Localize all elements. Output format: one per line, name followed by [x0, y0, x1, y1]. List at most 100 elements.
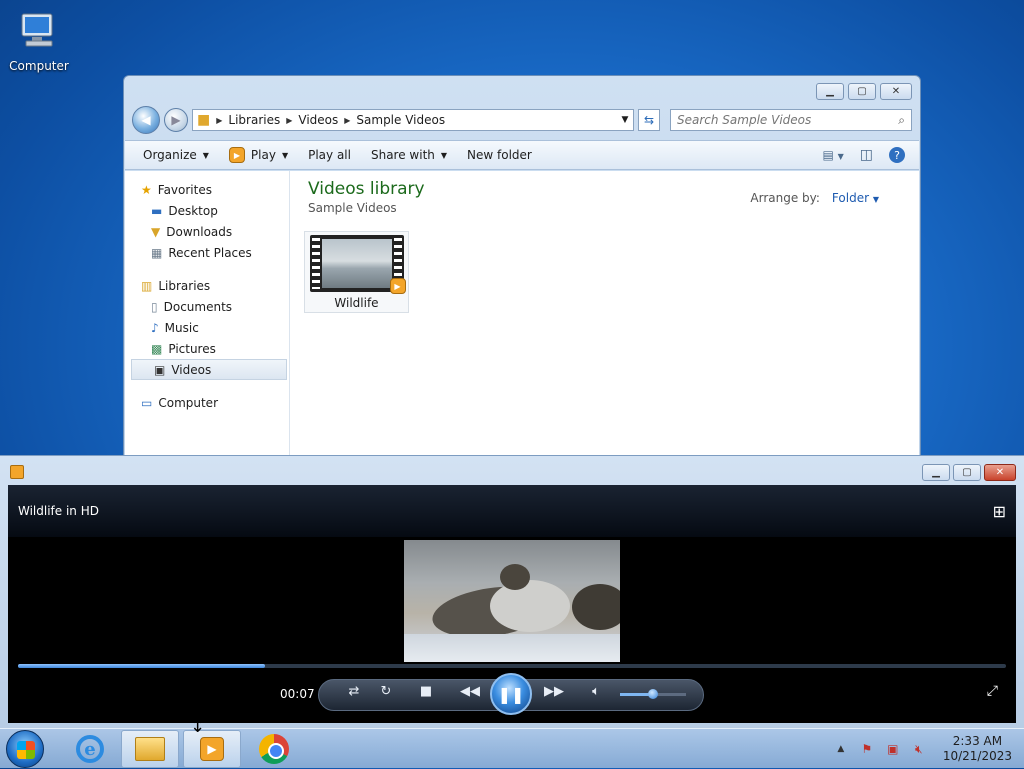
media-player-window: ▁ ▢ ✕ Wildlife in HD ⊞ 00:07 ⇄ ↻ ■ ◀◀ ❚❚…	[0, 455, 1024, 728]
network-icon[interactable]: ▣	[885, 741, 901, 757]
search-icon[interactable]: ⌕	[898, 113, 905, 128]
media-player-icon: ▶	[228, 147, 245, 163]
downloads-icon: ▼	[151, 224, 161, 239]
close-button[interactable]: ✕	[984, 464, 1016, 481]
player-screen[interactable]: Wildlife in HD ⊞ 00:07 ⇄ ↻ ■ ◀◀ ❚❚ ▶▶ 🔈︎	[8, 485, 1016, 723]
system-tray: ▲ ⚑ ▣ 🔇︎ 2:33 AM 10/21/2023	[833, 729, 1012, 769]
dropdown-arrow-icon: ▼	[202, 150, 209, 160]
computer-icon: ▭	[141, 395, 153, 410]
arrange-value: Folder	[831, 191, 870, 205]
preview-pane-icon[interactable]: ◫	[860, 147, 873, 163]
nav-documents[interactable]: ▯ Documents	[125, 296, 289, 317]
change-view-icon[interactable]: ▤ ▼	[822, 148, 843, 162]
new-folder-button[interactable]: New folder	[467, 148, 532, 162]
volume-slider[interactable]	[620, 689, 686, 699]
nav-label: Libraries	[158, 278, 211, 293]
address-dropdown-icon[interactable]: ▼	[617, 115, 633, 125]
play-all-label: Play all	[308, 148, 351, 162]
pause-button[interactable]: ❚❚	[490, 673, 532, 715]
nav-label: Desktop	[168, 203, 218, 218]
shuffle-icon[interactable]: ⇄	[344, 684, 364, 699]
switch-to-library-icon[interactable]: ⊞	[993, 502, 1006, 521]
organize-button[interactable]: Organize ▼	[143, 148, 209, 162]
breadcrumb-libraries[interactable]: Libraries	[228, 113, 280, 127]
file-view: Videos library Sample Videos Arrange by:…	[290, 171, 919, 464]
nav-videos[interactable]: ▣ Videos	[131, 359, 287, 380]
breadcrumb-videos[interactable]: Videos	[298, 113, 338, 127]
seek-progress	[18, 664, 265, 668]
close-button[interactable]: ✕	[880, 83, 912, 100]
previous-icon[interactable]: ◀◀	[458, 684, 482, 699]
show-hidden-icons-icon[interactable]: ▲	[833, 741, 849, 757]
share-with-button[interactable]: Share with ▼	[371, 148, 447, 162]
taskbar-chrome[interactable]	[245, 730, 303, 768]
start-button[interactable]	[6, 730, 44, 768]
pictures-icon: ▩	[151, 341, 163, 356]
organize-label: Organize	[143, 148, 197, 162]
nav-music[interactable]: ♪ Music	[125, 317, 289, 338]
arrange-dropdown[interactable]: Folder ▼	[832, 191, 879, 205]
command-bar: Organize ▼ ▶ Play ▼ Play all Share with ▼ Ne…	[125, 140, 919, 170]
player-header: Wildlife in HD ⊞	[8, 485, 1016, 537]
windows-logo-icon	[17, 741, 35, 759]
folder-icon: ■	[197, 112, 211, 128]
breadcrumb-separator-icon: ▶	[286, 115, 293, 125]
play-all-button[interactable]: Play all	[308, 148, 351, 162]
file-item-wildlife[interactable]: ▶ Wildlife	[304, 231, 409, 313]
desktop-icon-computer[interactable]: Computer	[8, 10, 70, 73]
new-folder-label: New folder	[467, 148, 532, 162]
help-icon[interactable]: ?	[889, 147, 905, 163]
navigation-bar: ◀ ▶ ■ ▶ Libraries ▶ Videos ▶ Sample Vide…	[132, 106, 912, 134]
desktop-icon: ▬	[151, 203, 163, 218]
nav-libraries[interactable]: ▥ Libraries	[125, 275, 289, 296]
nav-label: Computer	[158, 395, 218, 410]
forward-button[interactable]: ▶	[164, 108, 188, 132]
refresh-button[interactable]: ⇆	[638, 109, 660, 131]
minimize-button[interactable]: ▁	[922, 464, 950, 481]
explorer-window-controls: ▁ ▢ ✕	[816, 83, 912, 100]
volume-knob[interactable]	[648, 689, 658, 699]
maximize-button[interactable]: ▢	[848, 83, 876, 100]
back-arrow-icon: ◀	[141, 113, 151, 127]
address-bar[interactable]: ■ ▶ Libraries ▶ Videos ▶ Sample Videos ▼	[192, 109, 634, 131]
next-icon[interactable]: ▶▶	[542, 684, 566, 699]
star-icon: ★	[141, 182, 152, 197]
nav-label: Downloads	[166, 224, 233, 239]
nav-recent-places[interactable]: ▦ Recent Places	[125, 242, 289, 263]
stop-icon[interactable]: ■	[416, 684, 436, 699]
volume-icon[interactable]: 🔈︎	[586, 684, 606, 699]
nav-computer[interactable]: ▭ Computer	[125, 392, 289, 413]
media-player-icon: ▶	[200, 737, 224, 761]
video-frame[interactable]	[404, 540, 620, 662]
play-button[interactable]: ▶ Play ▼	[228, 147, 288, 163]
taskbar-internet-explorer[interactable]: e	[61, 730, 119, 768]
minimize-button[interactable]: ▁	[816, 83, 844, 100]
taskbar-explorer[interactable]	[121, 730, 179, 768]
arrange-by: Arrange by: Folder ▼	[750, 191, 879, 205]
player-window-controls: ▁ ▢ ✕	[922, 464, 1016, 481]
media-player-badge-icon: ▶	[389, 278, 406, 294]
seek-bar[interactable]	[18, 664, 1006, 668]
volume-muted-icon[interactable]: 🔇︎	[911, 741, 927, 757]
view-controls: ▤ ▼ ◫ ?	[822, 147, 919, 163]
nav-downloads[interactable]: ▼ Downloads	[125, 221, 289, 242]
nav-label: Recent Places	[168, 245, 252, 260]
nav-desktop[interactable]: ▬ Desktop	[125, 200, 289, 221]
breadcrumb-sample-videos[interactable]: Sample Videos	[356, 113, 445, 127]
repeat-icon[interactable]: ↻	[376, 684, 396, 699]
search-input[interactable]	[677, 113, 899, 127]
documents-icon: ▯	[151, 299, 158, 314]
maximize-button[interactable]: ▢	[953, 464, 981, 481]
clock[interactable]: 2:33 AM 10/21/2023	[943, 734, 1012, 764]
back-button[interactable]: ◀	[132, 106, 160, 134]
action-center-flag-icon[interactable]: ⚑	[859, 741, 875, 757]
resize-cursor-icon: ↕	[190, 716, 206, 737]
fullscreen-icon[interactable]: ⤢	[987, 683, 998, 699]
media-player-icon	[10, 465, 24, 479]
explorer-content: ★ Favorites ▬ Desktop ▼ Downloads ▦ Recent P…	[125, 171, 919, 464]
videos-icon: ▣	[154, 362, 166, 377]
forward-arrow-icon: ▶	[171, 113, 181, 127]
nav-pictures[interactable]: ▩ Pictures	[125, 338, 289, 359]
pause-icon: ❚❚	[497, 684, 525, 704]
nav-favorites[interactable]: ★ Favorites	[125, 179, 289, 200]
